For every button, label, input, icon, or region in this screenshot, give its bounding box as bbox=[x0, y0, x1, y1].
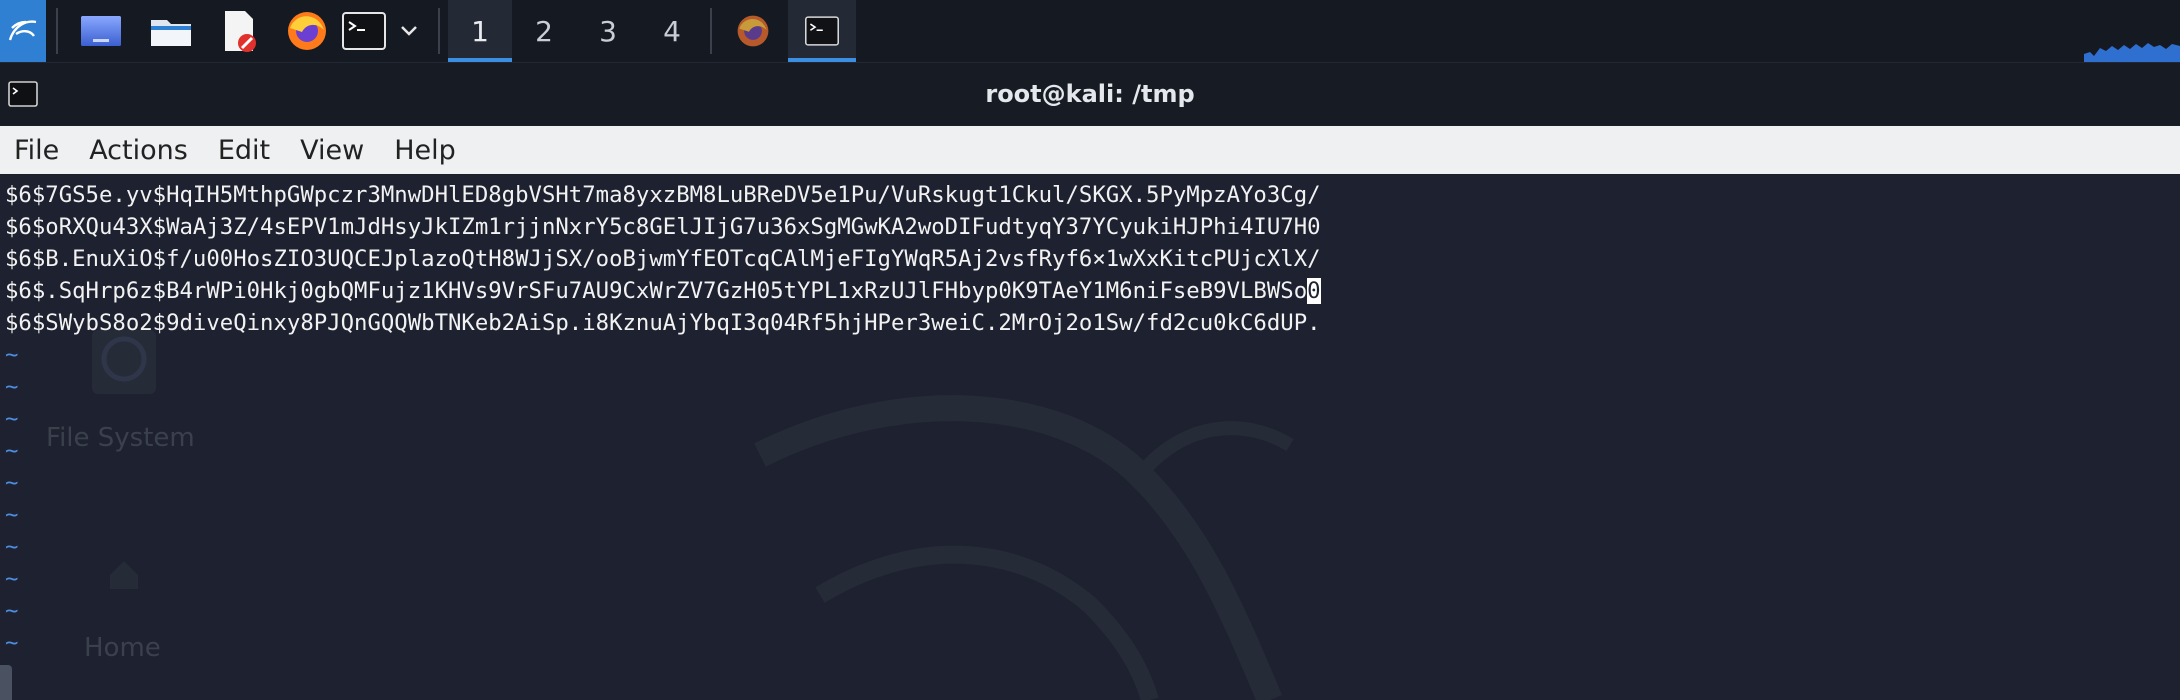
workspace-1[interactable]: 1 bbox=[448, 0, 512, 62]
menu-actions[interactable]: Actions bbox=[74, 135, 203, 166]
firefox-icon bbox=[288, 12, 326, 50]
workspace-2[interactable]: 2 bbox=[512, 0, 576, 62]
empty-line-tilde: ~ bbox=[5, 342, 19, 368]
task-terminal[interactable] bbox=[788, 0, 856, 62]
workspace-4[interactable]: 4 bbox=[640, 0, 704, 62]
top-panel: 1 2 3 4 bbox=[0, 0, 2180, 63]
empty-line-tilde: ~ bbox=[5, 502, 19, 528]
terminal-line: $6$7GS5e.yv$HqIH5MthpGWpczr3MnwDHlED8gbV… bbox=[5, 182, 1321, 208]
launcher-dropdown-button[interactable] bbox=[394, 0, 424, 62]
firefox-launcher-button[interactable] bbox=[282, 0, 332, 62]
menubar: File Actions Edit View Help bbox=[0, 126, 2180, 174]
panel-separator bbox=[438, 8, 440, 54]
empty-line-tilde: ~ bbox=[5, 374, 19, 400]
side-panel-handle[interactable] bbox=[0, 665, 12, 700]
empty-line-tilde: ~ bbox=[5, 630, 19, 656]
panel-separator bbox=[710, 8, 712, 54]
show-desktop-button[interactable] bbox=[76, 0, 126, 62]
menu-file[interactable]: File bbox=[0, 135, 74, 166]
terminal-icon bbox=[805, 16, 839, 46]
text-editor-button[interactable] bbox=[214, 0, 264, 62]
chevron-down-icon bbox=[401, 26, 417, 36]
empty-line-tilde: ~ bbox=[5, 566, 19, 592]
terminal-line: $6$B.EnuXiO$f/u00HosZIO3UQCEJplazoQtH8WJ… bbox=[5, 246, 1321, 272]
window-titlebar[interactable]: root@kali: /tmp bbox=[0, 63, 2180, 125]
empty-line-tilde: ~ bbox=[5, 406, 19, 432]
text-editor-icon bbox=[225, 11, 256, 52]
terminal-line: $6$oRXQu43X$WaAj3Z/4sEPV1mJdHsyJkIZm1rjj… bbox=[5, 214, 1321, 240]
cpu-graph-widget bbox=[2084, 43, 2180, 62]
empty-line-tilde: ~ bbox=[5, 534, 19, 560]
kali-menu-button[interactable] bbox=[0, 0, 46, 62]
file-manager-button[interactable] bbox=[146, 0, 196, 62]
folder-icon bbox=[151, 20, 191, 46]
menu-view[interactable]: View bbox=[285, 135, 379, 166]
terminal-launcher-button[interactable] bbox=[340, 0, 388, 62]
task-firefox[interactable] bbox=[728, 0, 778, 62]
terminal-line: $6$.SqHrp6z$B4rWPi0Hkj0gbQMFujz1KHVs9VrS… bbox=[5, 275, 1321, 307]
panel-separator bbox=[56, 8, 58, 54]
terminal-line-text: $6$.SqHrp6z$B4rWPi0Hkj0gbQMFujz1KHVs9VrS… bbox=[5, 278, 1308, 304]
window-title: root@kali: /tmp bbox=[985, 80, 1195, 108]
terminal-output: $6$7GS5e.yv$HqIH5MthpGWpczr3MnwDHlED8gbV… bbox=[5, 179, 1321, 659]
workspace-3[interactable]: 3 bbox=[576, 0, 640, 62]
desktop-icon bbox=[81, 16, 121, 46]
firefox-icon bbox=[737, 15, 769, 47]
empty-line-tilde: ~ bbox=[5, 598, 19, 624]
terminal-icon bbox=[342, 12, 386, 50]
terminal-area[interactable]: File System Home $6$7GS5e.yv$HqIH5MthpGW… bbox=[0, 175, 2180, 700]
menu-help[interactable]: Help bbox=[379, 135, 471, 166]
empty-line-tilde: ~ bbox=[5, 470, 19, 496]
kali-dragon-icon bbox=[8, 20, 37, 41]
empty-line-tilde: ~ bbox=[5, 438, 19, 464]
menu-edit[interactable]: Edit bbox=[203, 135, 285, 166]
text-cursor: 0 bbox=[1307, 278, 1321, 304]
terminal-line: $6$SWybS8o2$9diveQinxy8PJQnGQQWbTNKeb2Ai… bbox=[5, 310, 1321, 336]
